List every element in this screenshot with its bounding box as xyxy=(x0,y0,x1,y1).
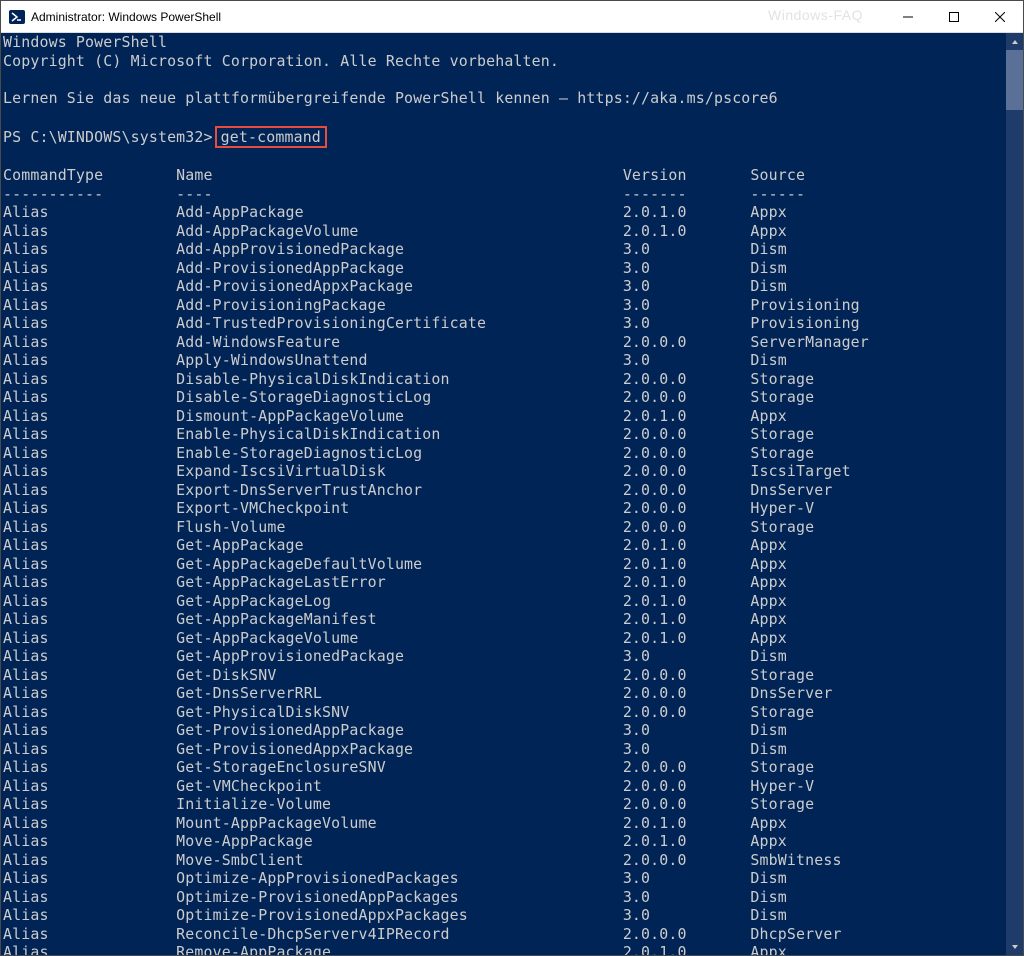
close-button[interactable] xyxy=(977,1,1023,32)
table-row: Alias Flush-Volume 2.0.0.0 Storage xyxy=(3,518,1006,537)
table-row: Alias Get-StorageEnclosureSNV 2.0.0.0 St… xyxy=(3,758,1006,777)
window-controls xyxy=(885,1,1023,32)
client-area: Windows PowerShellCopyright (C) Microsof… xyxy=(1,33,1023,955)
window-title: Administrator: Windows PowerShell xyxy=(31,10,885,24)
table-row: Alias Enable-PhysicalDiskIndication 2.0.… xyxy=(3,425,1006,444)
table-row: Alias Add-ProvisioningPackage 3.0 Provis… xyxy=(3,296,1006,315)
table-row: Alias Disable-StorageDiagnosticLog 2.0.0… xyxy=(3,388,1006,407)
vertical-scrollbar[interactable] xyxy=(1006,33,1023,955)
table-row: Alias Get-AppPackage 2.0.1.0 Appx xyxy=(3,536,1006,555)
table-row: Alias Move-SmbClient 2.0.0.0 SmbWitness xyxy=(3,851,1006,870)
table-row: Alias Add-ProvisionedAppPackage 3.0 Dism xyxy=(3,259,1006,278)
table-row: Alias Disable-PhysicalDiskIndication 2.0… xyxy=(3,370,1006,389)
table-row: Alias Get-AppPackageManifest 2.0.1.0 App… xyxy=(3,610,1006,629)
scroll-down-button[interactable] xyxy=(1006,938,1023,955)
powershell-window: Administrator: Windows PowerShell Window… xyxy=(0,0,1024,956)
table-row: Alias Add-AppProvisionedPackage 3.0 Dism xyxy=(3,240,1006,259)
banner-line: Copyright (C) Microsoft Corporation. All… xyxy=(3,52,1006,71)
table-row: Alias Move-AppPackage 2.0.1.0 Appx xyxy=(3,832,1006,851)
scrollbar-thumb[interactable] xyxy=(1006,50,1023,110)
table-row: Alias Get-ProvisionedAppPackage 3.0 Dism xyxy=(3,721,1006,740)
table-header-rule: ----------- ---- ------- ------ xyxy=(3,185,1006,204)
table-row: Alias Dismount-AppPackageVolume 2.0.1.0 … xyxy=(3,407,1006,426)
titlebar[interactable]: Administrator: Windows PowerShell Window… xyxy=(1,1,1023,33)
scroll-up-button[interactable] xyxy=(1006,33,1023,50)
minimize-button[interactable] xyxy=(885,1,931,32)
table-row: Alias Get-DnsServerRRL 2.0.0.0 DnsServer xyxy=(3,684,1006,703)
table-row: Alias Export-DnsServerTrustAnchor 2.0.0.… xyxy=(3,481,1006,500)
blank-line xyxy=(3,148,1006,167)
command-highlight: get-command xyxy=(215,126,327,148)
table-row: Alias Remove-AppPackage 2.0.1.0 Appx xyxy=(3,943,1006,955)
table-row: Alias Export-VMCheckpoint 2.0.0.0 Hyper-… xyxy=(3,499,1006,518)
table-row: Alias Optimize-ProvisionedAppPackages 3.… xyxy=(3,888,1006,907)
banner-line: Lernen Sie das neue plattformübergreifen… xyxy=(3,89,1006,108)
blank-line xyxy=(3,107,1006,126)
table-row: Alias Expand-IscsiVirtualDisk 2.0.0.0 Is… xyxy=(3,462,1006,481)
table-row: Alias Initialize-Volume 2.0.0.0 Storage xyxy=(3,795,1006,814)
blank-line xyxy=(3,70,1006,89)
table-row: Alias Add-AppPackageVolume 2.0.1.0 Appx xyxy=(3,222,1006,241)
table-row: Alias Reconcile-DhcpServerv4IPRecord 2.0… xyxy=(3,925,1006,944)
table-row: Alias Get-AppPackageVolume 2.0.1.0 Appx xyxy=(3,629,1006,648)
table-row: Alias Get-AppPackageDefaultVolume 2.0.1.… xyxy=(3,555,1006,574)
table-row: Alias Optimize-AppProvisionedPackages 3.… xyxy=(3,869,1006,888)
table-row: Alias Mount-AppPackageVolume 2.0.1.0 App… xyxy=(3,814,1006,833)
banner-line: Windows PowerShell xyxy=(3,33,1006,52)
table-row: Alias Get-VMCheckpoint 2.0.0.0 Hyper-V xyxy=(3,777,1006,796)
table-row: Alias Get-AppPackageLastError 2.0.1.0 Ap… xyxy=(3,573,1006,592)
table-row: Alias Get-DiskSNV 2.0.0.0 Storage xyxy=(3,666,1006,685)
table-row: Alias Add-ProvisionedAppxPackage 3.0 Dis… xyxy=(3,277,1006,296)
table-row: Alias Apply-WindowsUnattend 3.0 Dism xyxy=(3,351,1006,370)
table-row: Alias Get-AppProvisionedPackage 3.0 Dism xyxy=(3,647,1006,666)
maximize-button[interactable] xyxy=(931,1,977,32)
table-row: Alias Get-AppPackageLog 2.0.1.0 Appx xyxy=(3,592,1006,611)
table-row: Alias Add-AppPackage 2.0.1.0 Appx xyxy=(3,203,1006,222)
table-row: Alias Get-PhysicalDiskSNV 2.0.0.0 Storag… xyxy=(3,703,1006,722)
table-row: Alias Enable-StorageDiagnosticLog 2.0.0.… xyxy=(3,444,1006,463)
prompt-line: PS C:\WINDOWS\system32>get-command xyxy=(3,126,1006,148)
table-row: Alias Get-ProvisionedAppxPackage 3.0 Dis… xyxy=(3,740,1006,759)
table-row: Alias Add-TrustedProvisioningCertificate… xyxy=(3,314,1006,333)
table-row: Alias Optimize-ProvisionedAppxPackages 3… xyxy=(3,906,1006,925)
powershell-icon xyxy=(9,9,25,25)
table-row: Alias Add-WindowsFeature 2.0.0.0 ServerM… xyxy=(3,333,1006,352)
terminal-output[interactable]: Windows PowerShellCopyright (C) Microsof… xyxy=(1,33,1006,955)
scrollbar-track[interactable] xyxy=(1006,50,1023,938)
table-header: CommandType Name Version Source xyxy=(3,166,1006,185)
